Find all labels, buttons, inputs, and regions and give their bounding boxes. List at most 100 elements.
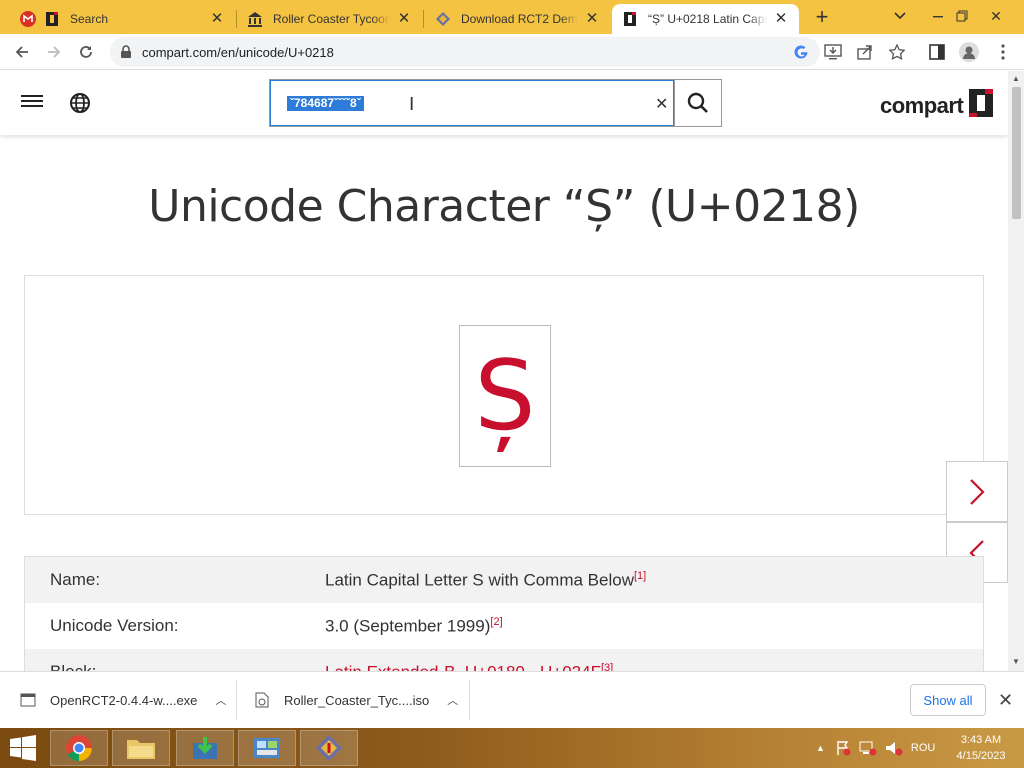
bookmark-star-icon[interactable] (886, 41, 908, 63)
system-tray: ▲ ROU (816, 728, 935, 768)
logo-text: compart (880, 92, 964, 118)
download-item[interactable]: Roller_Coaster_Tyc....iso ︿ (254, 672, 458, 728)
side-panel-icon[interactable] (926, 41, 948, 63)
site-header: ˇ784687ˇˇˇˇ8ˇ I ✕ compart (0, 71, 1008, 135)
close-window-icon[interactable]: ✕ (978, 0, 1014, 32)
footnote-ref[interactable]: [2] (490, 616, 502, 628)
divider (236, 680, 237, 720)
row-value: 3.0 (September 1999)[2] (325, 616, 983, 637)
table-row: Block: Latin Extended-B, U+0180 - U+024F… (25, 649, 983, 671)
tab-search[interactable]: Search ✕ (10, 4, 235, 34)
web-page: ˇ784687ˇˇˇˇ8ˇ I ✕ compart Unicode Charac… (0, 71, 1008, 671)
download-item[interactable]: OpenRCT2-0.4.4-w....exe ︿ (20, 672, 226, 728)
compart-icon (44, 11, 60, 27)
footnote-ref[interactable]: [3] (601, 662, 613, 671)
row-value: Latin Capital Letter S with Comma Below[… (325, 570, 983, 591)
row-key: Unicode Version: (50, 616, 179, 635)
taskbar-rct[interactable] (300, 730, 358, 766)
taskbar-chrome[interactable] (50, 730, 108, 766)
footnote-ref[interactable]: [1] (634, 570, 646, 582)
chevron-up-icon[interactable]: ︿ (447, 692, 458, 708)
action-center-flag-icon[interactable] (835, 740, 851, 756)
lock-icon (120, 45, 132, 64)
clock-time: 3:43 AM (960, 734, 1002, 746)
tab-title: Roller Coaster Tycoon ( (273, 12, 390, 26)
search-button[interactable] (674, 80, 721, 126)
tab-strip: Search ✕ Roller Coaster Tycoon ( ✕ Downl… (0, 0, 1024, 34)
tab-title: Search (70, 12, 109, 26)
version-value: 3.0 (September 1999) (325, 616, 491, 636)
chevron-up-icon[interactable]: ︿ (215, 692, 226, 708)
site-search: ˇ784687ˇˇˇˇ8ˇ I ✕ (269, 79, 722, 127)
clear-search-icon[interactable]: ✕ (655, 94, 668, 114)
row-key: Name: (50, 570, 101, 589)
install-arrow-icon (193, 737, 217, 759)
url-text: compart.com/en/unicode/U+0218 (142, 45, 334, 60)
scrollbar-thumb[interactable] (1012, 87, 1021, 219)
taskbar-explorer[interactable] (112, 730, 170, 766)
compart-logo-mark-icon (967, 87, 995, 124)
volume-muted-icon[interactable] (885, 740, 903, 756)
character-info-table: Name: Latin Capital Letter S with Comma … (24, 556, 984, 671)
rct-icon (435, 11, 451, 27)
taskbar-control-panel[interactable] (238, 730, 296, 766)
tab-unicode[interactable]: “Ș” U+0218 Latin Capit ✕ (612, 4, 799, 34)
tab-title: Download RCT2 Demo (461, 12, 578, 26)
next-character-button[interactable] (946, 461, 1008, 522)
search-input[interactable]: ˇ784687ˇˇˇˇ8ˇ I ✕ (270, 80, 674, 126)
scroll-down-icon[interactable]: ▼ (1012, 657, 1020, 666)
chrome-icon (66, 735, 92, 762)
back-button[interactable] (8, 38, 36, 66)
page-scrollbar[interactable]: ▲ ▼ (1008, 71, 1024, 671)
close-downloads-icon[interactable]: ✕ (998, 690, 1013, 711)
tab-search-chevron-icon[interactable] (882, 0, 918, 32)
tab-close-icon[interactable]: ✕ (209, 11, 225, 27)
compart-icon (622, 11, 638, 27)
forward-button[interactable] (40, 38, 68, 66)
tab-download-rct2[interactable]: Download RCT2 Demo ✕ (425, 4, 610, 34)
tab-close-icon[interactable]: ✕ (773, 11, 789, 27)
downloads-bar: OpenRCT2-0.4.4-w....exe ︿ Roller_Coaster… (0, 671, 1024, 728)
compart-logo[interactable]: compart (880, 87, 995, 124)
row-value: Latin Extended-B, U+0180 - U+024F[3] (325, 662, 983, 671)
install-app-icon[interactable] (822, 41, 844, 63)
museum-icon (247, 11, 263, 27)
tab-roller-coaster[interactable]: Roller Coaster Tycoon ( ✕ (237, 4, 422, 34)
address-bar[interactable]: compart.com/en/unicode/U+0218 (110, 37, 820, 67)
tab-close-icon[interactable]: ✕ (396, 11, 412, 27)
reload-button[interactable] (72, 38, 100, 66)
show-all-button[interactable]: Show all (910, 684, 986, 716)
browser-toolbar: compart.com/en/unicode/U+0218 (0, 34, 1024, 70)
download-filename: Roller_Coaster_Tyc....iso (284, 692, 430, 708)
block-link[interactable]: Latin Extended-B, U+0180 - U+024F (325, 662, 601, 671)
page-title: Unicode Character “Ș” (U+0218) (148, 181, 860, 232)
profile-avatar-icon[interactable] (958, 41, 980, 63)
new-tab-button[interactable]: + (810, 6, 834, 29)
network-icon[interactable] (859, 740, 877, 756)
input-language[interactable]: ROU (911, 742, 935, 754)
google-icon[interactable] (790, 41, 812, 63)
chevron-right-icon (970, 478, 985, 505)
hamburger-menu-icon[interactable] (21, 92, 43, 112)
system-clock[interactable]: 3:43 AM 4/15/2023 (950, 732, 1012, 764)
clock-date: 4/15/2023 (956, 750, 1006, 762)
tab-close-icon[interactable]: ✕ (584, 11, 600, 27)
rct-icon (316, 735, 342, 761)
show-hidden-icons-icon[interactable]: ▲ (816, 743, 825, 753)
divider (469, 680, 470, 720)
search-input-selected-text: ˇ784687ˇˇˇˇ8ˇ (287, 96, 364, 111)
share-icon[interactable] (854, 41, 876, 63)
table-row: Unicode Version: 3.0 (September 1999)[2] (25, 603, 983, 649)
search-icon (687, 92, 708, 113)
globe-icon[interactable] (69, 92, 91, 119)
glyph-character: Ș (474, 340, 536, 452)
menu-kebab-icon[interactable] (992, 41, 1014, 63)
scroll-up-icon[interactable]: ▲ (1012, 74, 1020, 83)
start-button[interactable] (6, 732, 40, 764)
windows-logo-icon (10, 735, 36, 761)
exe-file-icon (20, 693, 36, 707)
restore-icon[interactable] (944, 0, 980, 32)
iso-file-icon (255, 692, 269, 708)
tab-title: “Ș” U+0218 Latin Capit (648, 12, 767, 26)
taskbar-app-green[interactable] (176, 730, 234, 766)
